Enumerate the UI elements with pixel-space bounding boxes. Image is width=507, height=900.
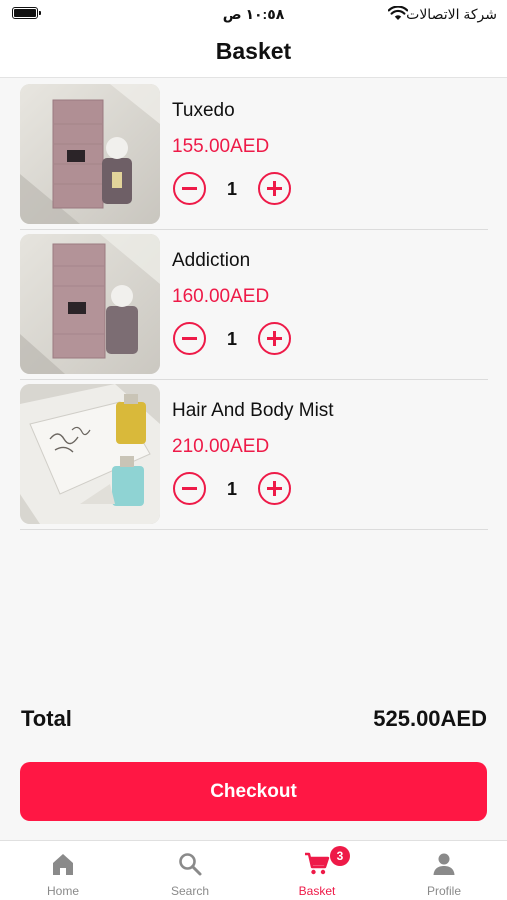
wifi-icon (388, 6, 408, 20)
product-image[interactable] (20, 384, 160, 524)
increase-quantity-button[interactable] (258, 472, 291, 505)
tab-label: Search (170, 884, 210, 898)
decrease-quantity-button[interactable] (173, 472, 206, 505)
tab-profile[interactable]: Profile (381, 841, 507, 900)
cart-count-badge: 3 (330, 846, 350, 866)
quantity-value: 1 (226, 179, 237, 199)
total-label: Total (21, 706, 72, 731)
cart-item[interactable]: Addiction 160.00AED 1 (20, 230, 488, 380)
tab-home[interactable]: Home (0, 841, 126, 900)
home-icon (53, 854, 73, 875)
product-name: Tuxedo (172, 100, 235, 121)
tab-label: Profile (426, 884, 461, 898)
product-name: Addiction (172, 250, 251, 271)
tab-label: Home (46, 884, 79, 898)
search-icon (179, 853, 202, 876)
increase-quantity-button[interactable] (258, 172, 291, 205)
cart-item[interactable]: Hair And Body Mist 210.00AED 1 (20, 380, 488, 530)
tab-search[interactable]: Search (127, 841, 253, 900)
minus-icon (182, 187, 197, 190)
quantity-value: 1 (226, 329, 237, 349)
basket-screen: ١٠:٥٨ ص شركة الاتصالات Basket Tuxedo 155… (0, 0, 507, 900)
product-price: 160.00AED (172, 286, 270, 307)
tab-basket[interactable]: 3 Basket (254, 841, 380, 900)
status-bar: ١٠:٥٨ ص شركة الاتصالات (0, 0, 507, 28)
carrier-name: شركة الاتصالات (406, 6, 497, 22)
product-price: 155.00AED (172, 136, 270, 157)
cart-list: Tuxedo 155.00AED 1 Addiction 160.00AED 1… (20, 80, 488, 530)
checkout-button[interactable]: Checkout (20, 762, 487, 821)
tab-bar: Home Search 3 Basket Profile (0, 840, 507, 900)
cart-item[interactable]: Tuxedo 155.00AED 1 (20, 80, 488, 230)
minus-icon (182, 337, 197, 340)
cart-icon (305, 852, 330, 875)
minus-icon (182, 487, 197, 490)
quantity-value: 1 (226, 479, 237, 499)
increase-quantity-button[interactable] (258, 322, 291, 355)
product-price: 210.00AED (172, 436, 270, 457)
product-name: Hair And Body Mist (172, 400, 334, 421)
total-value: 525.00AED (373, 706, 487, 731)
product-image[interactable] (20, 84, 160, 224)
tab-label: Basket (298, 884, 336, 898)
decrease-quantity-button[interactable] (173, 322, 206, 355)
profile-icon (433, 853, 455, 875)
page-title: Basket (215, 38, 292, 64)
decrease-quantity-button[interactable] (173, 172, 206, 205)
product-image[interactable] (20, 234, 160, 374)
header: Basket (0, 28, 507, 78)
